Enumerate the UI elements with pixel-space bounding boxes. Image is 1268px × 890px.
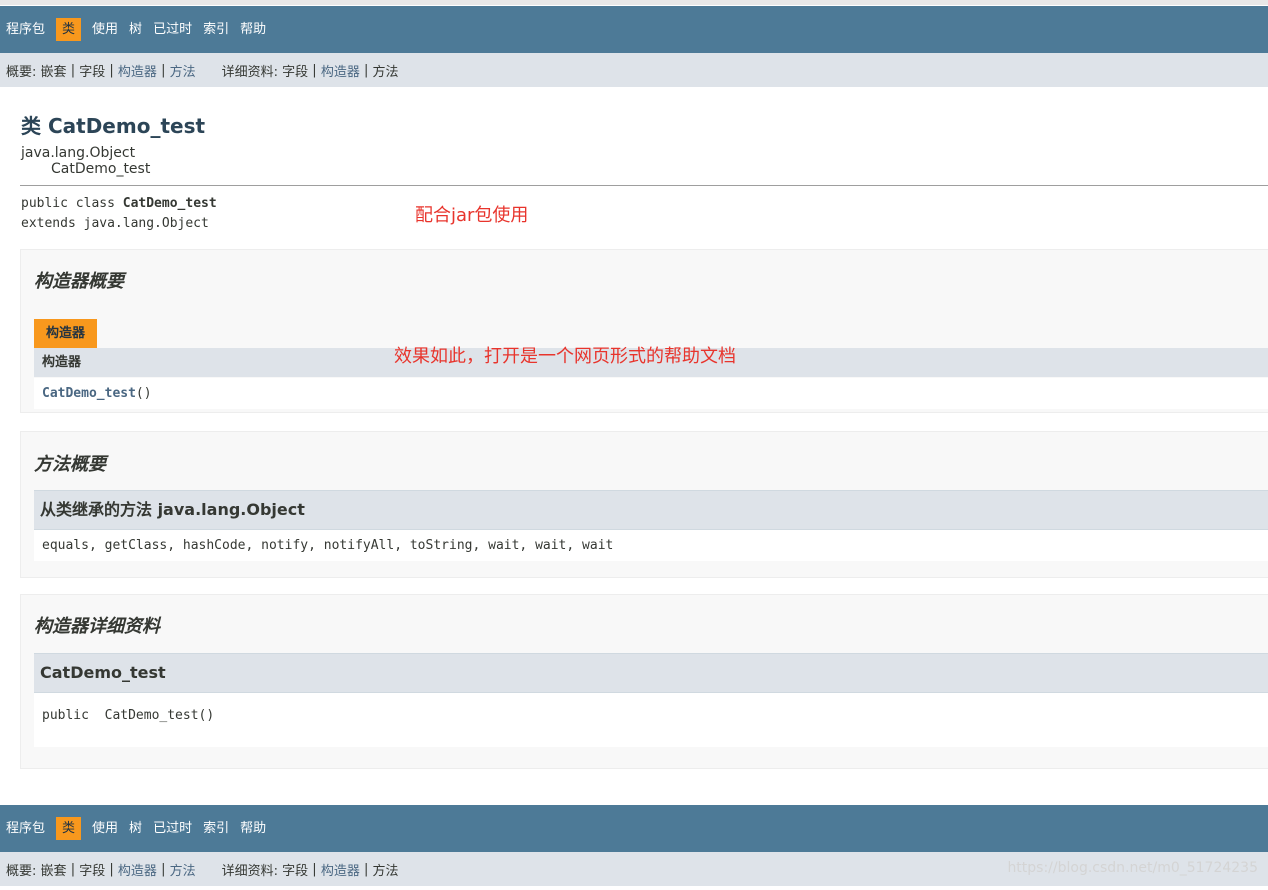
constructor-link[interactable]: CatDemo_test: [42, 386, 136, 401]
extends-declaration: extends java.lang.Object: [21, 216, 209, 231]
constructor-parens: (): [135, 386, 152, 401]
summary-constructor-link[interactable]: 构造器: [118, 860, 157, 879]
summary-method-link[interactable]: 方法: [170, 61, 196, 80]
nav-item-deprecated[interactable]: 已过时: [153, 18, 192, 41]
inheritance-child: CatDemo_test: [51, 161, 151, 177]
class-declaration: public class CatDemo_test: [21, 196, 217, 211]
summary-label: 概要:: [6, 863, 37, 879]
nav-item-tree[interactable]: 树: [129, 18, 142, 41]
detail-constructor-link[interactable]: 构造器: [321, 61, 360, 80]
nav-item-class-active: 类: [56, 817, 82, 840]
constructor-detail-signature-row: public CatDemo_test(): [34, 693, 1268, 747]
separator: |: [363, 861, 369, 877]
detail-label: 详细资料:: [221, 863, 278, 879]
separator: |: [70, 62, 76, 78]
constructor-summary-heading: 构造器概要: [34, 271, 124, 292]
summary-field: 字段: [79, 863, 106, 879]
top-navbar: 程序包 类 使用 树 已过时 索引 帮助: [0, 6, 1268, 53]
method-summary-block: 方法概要 从类继承的方法 java.lang.Object equals, ge…: [20, 431, 1268, 578]
separator: |: [312, 861, 317, 877]
constructor-caption-tab[interactable]: 构造器: [34, 319, 98, 348]
inherited-methods-text: equals, getClass, hashCode, notify, noti…: [42, 538, 614, 553]
summary-label: 概要:: [6, 64, 37, 80]
nav-item-index[interactable]: 索引: [203, 18, 229, 41]
nav-item-package[interactable]: 程序包: [6, 817, 45, 840]
nav-item-use[interactable]: 使用: [92, 18, 118, 41]
nav-item-help[interactable]: 帮助: [240, 817, 266, 840]
summary-field: 字段: [79, 64, 106, 80]
summary-constructor-link[interactable]: 构造器: [118, 61, 157, 80]
method-summary-heading: 方法概要: [34, 454, 106, 475]
sub-navbar: 概要: 嵌套 | 字段 | 构造器 | 方法 详细资料: 字段 | 构造器 | …: [0, 53, 1268, 87]
constructor-detail-name: CatDemo_test: [34, 653, 1268, 693]
constructor-summary-block: 构造器概要 构造器 构造器 CatDemo_test(): [20, 249, 1268, 413]
nav-item-index[interactable]: 索引: [203, 817, 229, 840]
inheritance-root: java.lang.Object: [21, 145, 136, 161]
annotation-note-1: 配合jar包使用: [415, 205, 529, 226]
declaration-class-name: CatDemo_test: [122, 196, 217, 211]
nav-item-help[interactable]: 帮助: [240, 18, 266, 41]
detail-method: 方法: [372, 863, 399, 879]
separator: |: [109, 861, 114, 877]
separator: |: [161, 62, 166, 78]
constructor-signature: public CatDemo_test(): [42, 708, 215, 723]
detail-field: 字段: [282, 64, 309, 80]
watermark-text: https://blog.csdn.net/m0_51724235: [1007, 860, 1258, 876]
nav-item-tree[interactable]: 树: [129, 817, 142, 840]
detail-field: 字段: [282, 863, 309, 879]
separator: |: [161, 861, 166, 877]
detail-method: 方法: [372, 64, 399, 80]
summary-method-link[interactable]: 方法: [170, 860, 196, 879]
summary-nested: 嵌套: [40, 863, 67, 879]
detail-label: 详细资料:: [221, 64, 278, 80]
bottom-navbar: 程序包 类 使用 树 已过时 索引 帮助: [0, 805, 1268, 852]
inherited-methods-header: 从类继承的方法 java.lang.Object: [34, 490, 1268, 530]
separator: |: [109, 62, 114, 78]
separator: |: [312, 62, 317, 78]
nav-item-deprecated[interactable]: 已过时: [153, 817, 192, 840]
declaration-prefix: public class: [21, 196, 123, 211]
annotation-note-2: 效果如此，打开是一个网页形式的帮助文档: [394, 346, 736, 367]
separator: |: [363, 62, 369, 78]
nav-item-class-active: 类: [56, 18, 82, 41]
divider: [20, 185, 1268, 186]
constructor-row: CatDemo_test(): [34, 378, 1268, 409]
summary-nested: 嵌套: [40, 64, 67, 80]
nav-item-use[interactable]: 使用: [92, 817, 118, 840]
inherited-methods-list: equals, getClass, hashCode, notify, noti…: [34, 530, 1268, 561]
top-border: [0, 0, 1268, 5]
constructor-detail-block: 构造器详细资料 CatDemo_test public CatDemo_test…: [20, 594, 1268, 769]
nav-item-package[interactable]: 程序包: [6, 18, 45, 41]
separator: |: [70, 861, 76, 877]
detail-constructor-link[interactable]: 构造器: [321, 860, 360, 879]
page-title: 类 CatDemo_test: [21, 114, 206, 138]
constructor-detail-heading: 构造器详细资料: [34, 616, 160, 637]
